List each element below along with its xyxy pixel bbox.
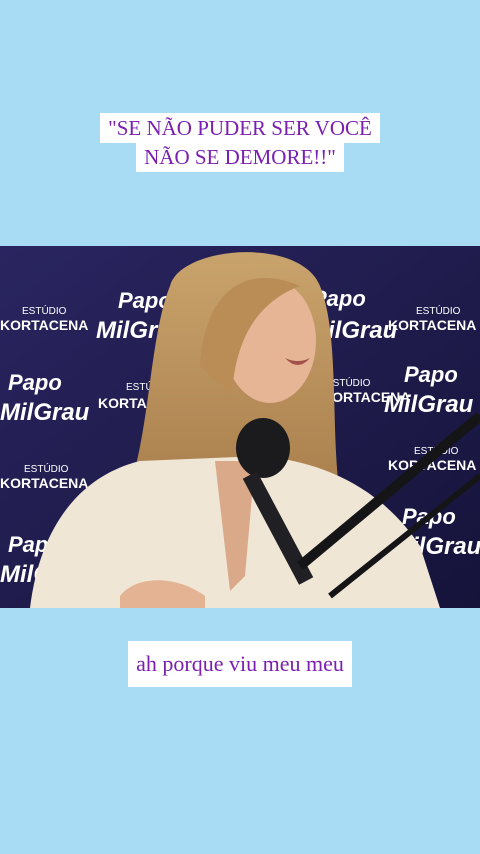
svg-text:ESTÚDIO: ESTÚDIO bbox=[416, 304, 461, 317]
top-caption-line-1: "SE NÃO PUDER SER VOCÊ bbox=[100, 113, 380, 143]
svg-text:KORTACENA: KORTACENA bbox=[0, 475, 88, 491]
svg-text:KORTACENA: KORTACENA bbox=[388, 317, 476, 333]
video-frame[interactable]: ESTÚDIO KORTACENA Papo MilGrau Papo MilG… bbox=[0, 246, 480, 608]
bottom-caption-text: ah porque viu meu meu bbox=[128, 641, 352, 687]
top-caption: "SE NÃO PUDER SER VOCÊ NÃO SE DEMORE!!" bbox=[0, 113, 480, 172]
svg-text:MilGrau: MilGrau bbox=[0, 399, 90, 426]
svg-text:Papo: Papo bbox=[404, 362, 458, 387]
video-scene: ESTÚDIO KORTACENA Papo MilGrau Papo MilG… bbox=[0, 246, 480, 608]
svg-text:ESTÚDIO: ESTÚDIO bbox=[24, 462, 69, 475]
svg-text:ESTÚDIO: ESTÚDIO bbox=[22, 304, 67, 317]
top-caption-line-2: NÃO SE DEMORE!!" bbox=[136, 142, 344, 172]
svg-text:MilGrau: MilGrau bbox=[384, 391, 474, 418]
svg-text:Papo: Papo bbox=[8, 370, 62, 395]
svg-text:KORTACENA: KORTACENA bbox=[0, 317, 88, 333]
bottom-caption: ah porque viu meu meu bbox=[0, 641, 480, 687]
